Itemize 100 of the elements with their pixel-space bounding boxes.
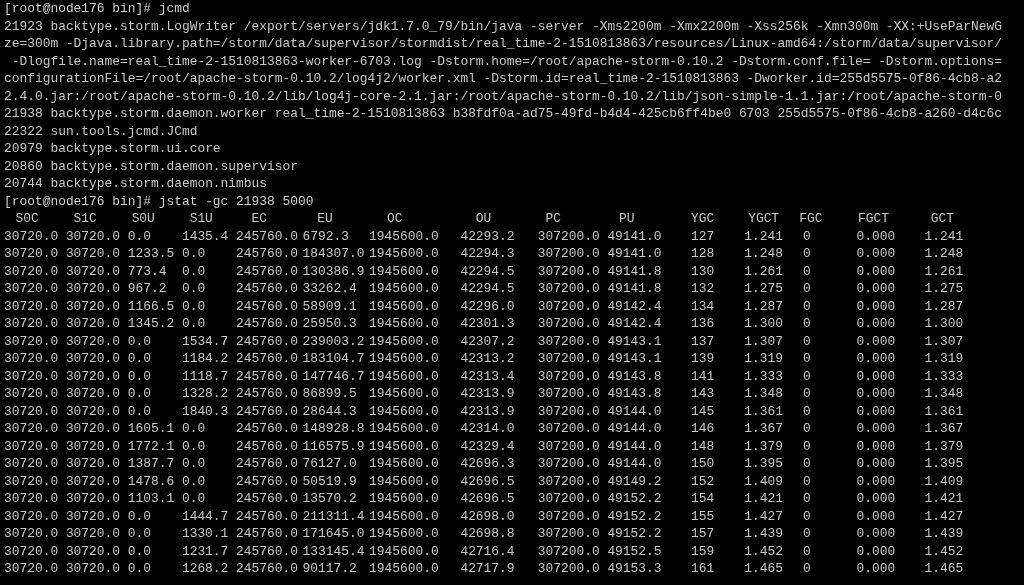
table-cell: 30720.0	[4, 297, 59, 315]
table-cell: 0	[803, 560, 811, 578]
table-cell: 1945600.0	[369, 455, 439, 473]
table-cell: 0	[803, 455, 811, 473]
table-cell: 1945600.0	[369, 507, 439, 525]
table-cell: 42294.3	[460, 245, 515, 263]
table-cell: 30720.0	[65, 315, 121, 333]
table-cell: 0.000	[856, 245, 896, 263]
table-cell: 245760.0	[236, 227, 298, 245]
table-cell: 245760.0	[236, 472, 298, 490]
table-cell: 1.421	[744, 490, 783, 508]
column-header: S0C	[15, 210, 39, 228]
table-cell: 30720.0	[4, 280, 59, 298]
output-line: configurationFile=/root/apache-storm-0.10.2/log4j2/worker.xml -Dstorm.id=real_time-2-1510813863 -Dworker.id=255d5575-0f86-4cb8-a2	[4, 70, 1002, 88]
table-cell: 307200.0	[537, 420, 600, 438]
column-header: EU	[317, 210, 333, 228]
table-cell: 147746.7	[302, 367, 365, 385]
table-cell: 0.000	[856, 297, 896, 315]
table-cell: 30720.0	[65, 437, 121, 455]
table-cell: 171645.0	[302, 525, 365, 543]
table-cell: 0	[803, 367, 811, 385]
table-cell: 0	[803, 262, 811, 280]
table-cell: 159	[690, 542, 715, 560]
table-cell: 1268.2	[181, 560, 229, 578]
table-cell: 1945600.0	[369, 262, 439, 280]
table-cell: 245760.0	[236, 507, 298, 525]
table-cell: 0.000	[856, 280, 896, 298]
table-cell: 1.421	[924, 490, 964, 508]
table-cell: 132	[690, 280, 715, 298]
table-cell: 30720.0	[65, 262, 121, 280]
table-cell: 1.361	[924, 402, 964, 420]
table-cell: 1233.5	[127, 245, 175, 263]
output-line: 21938 backtype.storm.daemon.worker real_time-2-1510813863 b38fdf0a-ad75-49fd-b4d4-425cb6ff4be0 6703 255d5575-0f86-4cb8-a260-d4c6c	[4, 105, 1002, 123]
table-cell: 1.395	[924, 455, 964, 473]
table-cell: 0.000	[856, 315, 896, 333]
table-cell: 1945600.0	[369, 350, 439, 368]
table-cell: 33262.4	[302, 280, 357, 298]
table-cell: 30720.0	[65, 455, 121, 473]
table-cell: 30720.0	[4, 542, 59, 560]
table-cell: 0.000	[856, 525, 896, 543]
table-cell: 184307.0	[302, 245, 365, 263]
table-cell: 30720.0	[65, 280, 121, 298]
table-cell: 1.348	[924, 385, 964, 403]
table-cell: 1945600.0	[369, 437, 439, 455]
table-cell: 307200.0	[537, 227, 600, 245]
table-cell: 30720.0	[4, 315, 59, 333]
table-cell: 1945600.0	[369, 542, 439, 560]
table-cell: 1.465	[924, 560, 964, 578]
output-line: 20979 backtype.storm.ui.core	[4, 140, 221, 158]
table-cell: 307200.0	[537, 245, 600, 263]
table-cell: 1840.3	[181, 402, 229, 420]
table-cell: 245760.0	[236, 385, 298, 403]
table-cell: 1.287	[744, 297, 783, 315]
column-header: OU	[475, 210, 492, 228]
table-cell: 30720.0	[4, 332, 59, 350]
table-cell: 30720.0	[65, 560, 121, 578]
table-cell: 1.379	[924, 437, 964, 455]
table-cell: 239003.2	[302, 332, 365, 350]
table-cell: 1.248	[744, 245, 783, 263]
table-cell: 307200.0	[537, 507, 600, 525]
table-cell: 28644.3	[302, 402, 357, 420]
table-cell: 0	[803, 402, 811, 420]
table-cell: 0.000	[856, 350, 896, 368]
table-cell: 0.0	[127, 367, 151, 385]
table-cell: 42313.2	[460, 350, 515, 368]
table-cell: 1.307	[924, 332, 964, 350]
output-line: 20860 backtype.storm.daemon.supervisor	[4, 157, 298, 175]
table-cell: 30720.0	[4, 420, 59, 438]
table-cell: 0.0	[181, 262, 206, 280]
table-cell: 30720.0	[65, 507, 121, 525]
table-cell: 49142.4	[607, 315, 662, 333]
table-cell: 133145.4	[302, 542, 365, 560]
table-cell: 307200.0	[537, 490, 600, 508]
table-cell: 0.0	[181, 245, 206, 263]
table-cell: 49144.0	[607, 420, 662, 438]
table-cell: 1945600.0	[369, 297, 439, 315]
table-cell: 0.0	[127, 332, 151, 350]
table-cell: 30720.0	[65, 245, 121, 263]
table-cell: 155	[690, 507, 715, 525]
column-header: YGCT	[748, 210, 780, 228]
table-cell: 1184.2	[181, 350, 229, 368]
table-cell: 0.0	[127, 227, 151, 245]
table-cell: 128	[690, 245, 715, 263]
table-cell: 0.0	[127, 350, 151, 368]
table-cell: 42696.5	[460, 490, 515, 508]
table-cell: 1945600.0	[369, 560, 439, 578]
table-cell: 1945600.0	[369, 385, 439, 403]
table-cell: 30720.0	[4, 350, 59, 368]
table-cell: 0.0	[127, 560, 151, 578]
table-cell: 245760.0	[236, 315, 298, 333]
table-cell: 0.0	[181, 455, 206, 473]
table-cell: 1945600.0	[369, 245, 439, 263]
table-cell: 245760.0	[236, 262, 298, 280]
table-cell: 161	[690, 560, 715, 578]
table-cell: 0.000	[856, 420, 896, 438]
table-cell: 0.0	[181, 420, 206, 438]
table-cell: 49144.0	[607, 437, 662, 455]
table-cell: 0.000	[856, 402, 896, 420]
table-cell: 130386.9	[302, 262, 365, 280]
table-cell: 13570.2	[302, 490, 357, 508]
